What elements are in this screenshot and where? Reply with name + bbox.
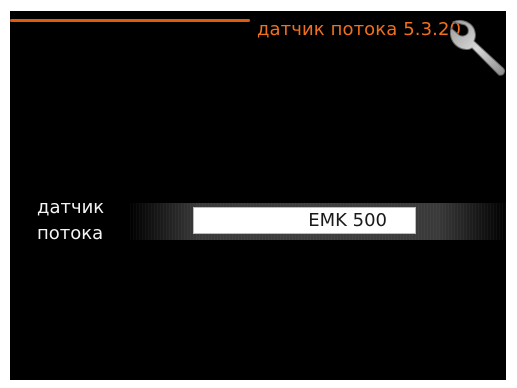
header-accent-line <box>10 19 250 22</box>
setting-label-line1: датчик <box>37 197 105 218</box>
page: датчик потока 5.3.20 датчик потока EMK 5… <box>0 0 517 388</box>
menu-title: датчик потока 5.3.20 <box>257 19 462 40</box>
wrench-icon <box>449 19 505 76</box>
flow-sensor-selector[interactable]: EMK 500 <box>193 207 416 234</box>
setting-label-line2: потока <box>37 223 104 244</box>
setting-label: датчик потока <box>37 195 157 247</box>
display-screen: датчик потока 5.3.20 датчик потока EMK 5… <box>10 11 506 380</box>
selected-value: EMK 500 <box>308 210 387 231</box>
